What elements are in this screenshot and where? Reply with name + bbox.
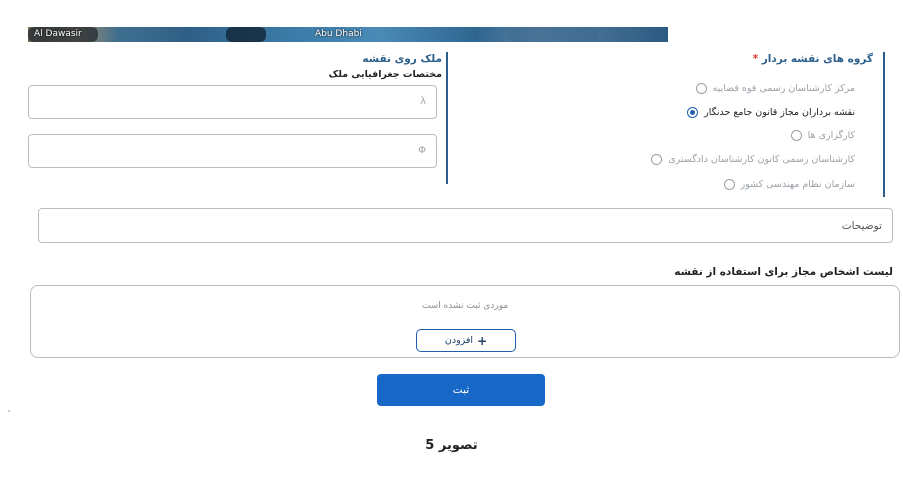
decorative-dot <box>8 410 10 412</box>
radio-option-engineering-org[interactable]: سازمان نظام مهندسی کشور <box>723 176 855 192</box>
group-divider <box>883 52 885 197</box>
panel-divider <box>446 52 448 184</box>
mapper-group-title: گروه های نقشه بردار * <box>753 53 873 65</box>
lambda-symbol: λ <box>420 96 426 107</box>
figure-caption: تصویر 5 <box>425 438 478 453</box>
plus-icon: + <box>477 333 488 348</box>
radio-label: مرکز کارشناسان رسمی قوه قضاییه <box>712 82 855 94</box>
radio-label: کارشناسان رسمی کانون کارشناسان دادگستری <box>668 153 855 165</box>
radio-label: نقشه برداران مجاز قانون جامع حدنگار <box>704 106 855 118</box>
map-label-abu-dhabi: Abu Dhabi <box>315 29 362 39</box>
radio-option-judiciary-experts[interactable]: مرکز کارشناسان رسمی قوه قضاییه <box>695 80 855 96</box>
radio-button[interactable] <box>790 129 802 141</box>
description-placeholder: توضیحات <box>841 220 882 232</box>
map-preview[interactable]: Al Dawasir Abu Dhabi <box>28 27 668 42</box>
map-terrain <box>508 27 598 42</box>
radio-option-court-experts[interactable]: کارشناسان رسمی کانون کارشناسان دادگستری <box>651 151 855 167</box>
radio-option-agencies[interactable]: کارگزاری ها <box>790 127 855 143</box>
add-button-label: افزودن <box>444 335 474 346</box>
radio-button[interactable] <box>723 178 735 190</box>
map-label-al-dawasir: Al Dawasir <box>34 29 82 39</box>
radio-button[interactable] <box>695 82 707 94</box>
phi-symbol: Φ <box>418 145 426 156</box>
empty-list-text: موردی ثبت نشده است <box>421 301 509 311</box>
latitude-input[interactable]: Φ <box>28 134 437 168</box>
authorized-list-title: لیست اشخاص مجاز برای استفاده از نقشه <box>674 266 893 278</box>
description-input[interactable]: توضیحات <box>38 208 893 243</box>
radio-button[interactable] <box>651 153 663 165</box>
authorized-list-box: موردی ثبت نشده است + افزودن <box>30 285 900 358</box>
property-panel-title: ملک روی نقشه <box>362 53 442 65</box>
required-mark: * <box>752 53 759 65</box>
radio-option-hadnegar-surveyors[interactable]: نقشه برداران مجاز قانون جامع حدنگار <box>687 104 855 120</box>
coordinates-subtitle: مختصات جغرافیایی ملک <box>328 69 442 80</box>
radio-label: کارگزاری ها <box>807 129 855 141</box>
longitude-input[interactable]: λ <box>28 85 437 119</box>
radio-label: سازمان نظام مهندسی کشور <box>740 178 855 190</box>
add-person-button[interactable]: + افزودن <box>416 329 516 352</box>
submit-button[interactable]: ثبت <box>377 374 545 406</box>
mapper-group-title-text: گروه های نقشه بردار <box>761 53 873 65</box>
map-terrain <box>226 27 266 42</box>
radio-button-selected[interactable] <box>687 106 699 118</box>
